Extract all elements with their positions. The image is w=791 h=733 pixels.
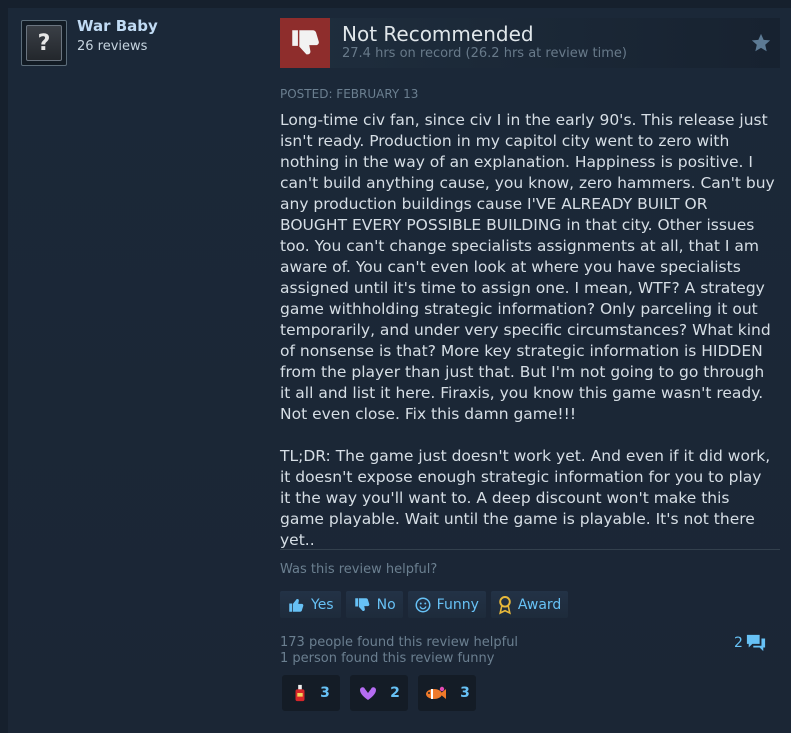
vote-buttons: Yes No Funny Award [280,591,569,618]
no-button[interactable]: No [345,591,403,618]
avatar-placeholder-icon: ? [26,25,62,61]
speech-bubble-icon [746,634,766,652]
comments-link[interactable]: 2 [734,633,767,653]
thumbs-down-small-icon [354,597,369,611]
award-label: Award [517,596,562,613]
posted-date: POSTED: FEBRUARY 13 [280,87,419,101]
smiley-icon [415,597,431,612]
funny-count: 1 person found this review funny [280,651,495,666]
comments-count: 2 [734,635,743,651]
divider [280,549,780,550]
award-count: 3 [320,685,330,701]
author-name[interactable]: War Baby [77,17,158,35]
funny-button[interactable]: Funny [407,591,486,618]
review-stats: 173 people found this review helpful 1 p… [280,635,518,667]
funny-label: Funny [436,596,479,613]
author-review-count[interactable]: 26 reviews [77,39,147,54]
award-button[interactable]: Award [490,591,569,618]
heart-hands-icon [360,687,377,700]
recommendation-title: Not Recommended [342,22,534,46]
award-heart-hands[interactable]: 2 [350,675,408,711]
award-count: 3 [460,685,470,701]
clown-fish-icon [426,686,447,699]
thumbs-down-icon [280,18,330,68]
award-ribbon-icon [498,595,511,614]
helpful-prompt: Was this review helpful? [280,562,438,577]
award-clown-fish[interactable]: 3 [418,675,476,711]
hot-sauce-icon [295,684,305,702]
yes-button[interactable]: Yes [280,591,341,618]
review-header[interactable]: Not Recommended 27.4 hrs on record (26.2… [280,18,780,68]
avatar[interactable]: ? [21,20,67,66]
playtime-hours: 27.4 hrs on record (26.2 hrs at review t… [342,46,627,61]
star-icon[interactable] [750,32,772,59]
thumbs-up-icon [289,598,304,612]
awards-list: 3 2 3 [282,675,476,711]
review-body: Long-time civ fan, since civ I in the ea… [280,111,775,549]
no-label: No [376,596,396,613]
helpful-count: 173 people found this review helpful [280,635,519,650]
yes-label: Yes [311,596,334,613]
award-hot-sauce[interactable]: 3 [282,675,340,711]
award-count: 2 [390,685,400,701]
